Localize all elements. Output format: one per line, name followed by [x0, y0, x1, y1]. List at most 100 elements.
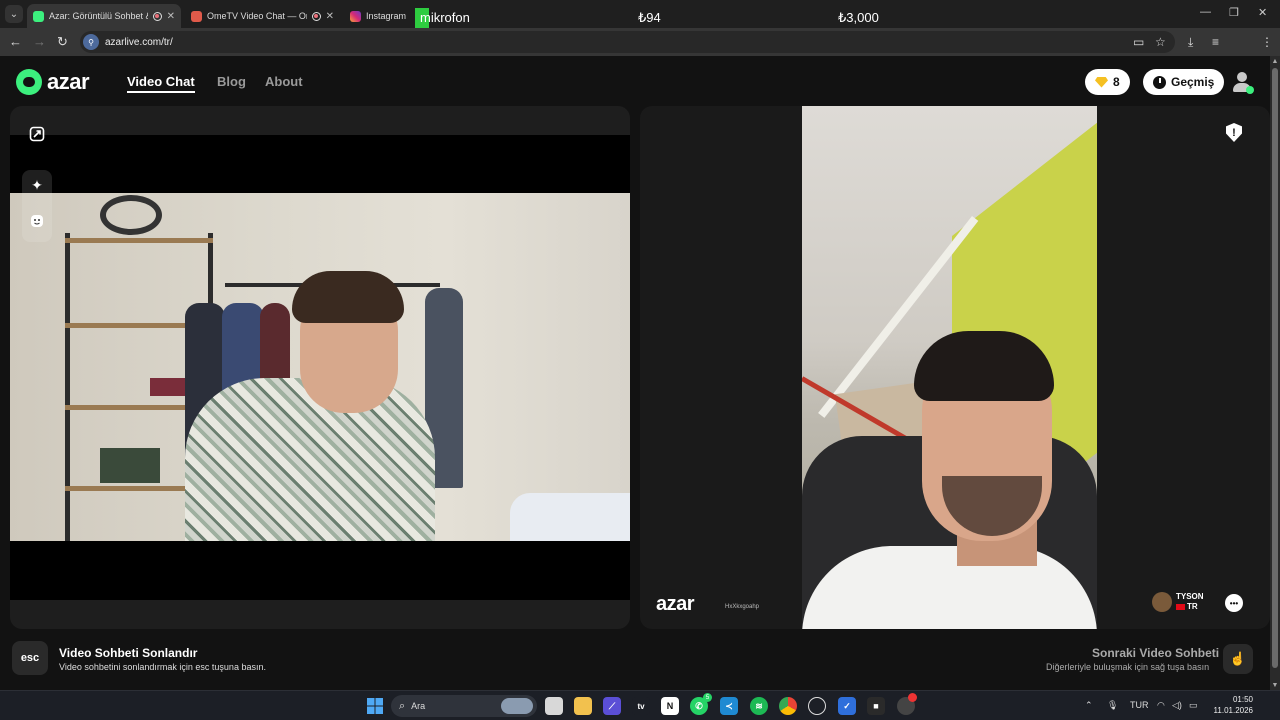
- reading-list-icon[interactable]: ≡: [1212, 35, 1219, 49]
- gem-count: 8: [1113, 75, 1120, 89]
- language-indicator[interactable]: TUR: [1130, 700, 1149, 710]
- remote-video-panel: ! azar HxXkxgoahp TYSON TR •••: [640, 106, 1270, 629]
- chatgpt-icon[interactable]: [808, 697, 826, 715]
- page-scrollbar[interactable]: ▲ ▼: [1270, 56, 1280, 690]
- tab-ometv[interactable]: OmeTV Video Chat — Ome ✕: [185, 4, 340, 28]
- turkey-flag-icon: [1176, 603, 1185, 610]
- end-chat-hint: Video sohbetini sonlandırmak için esc tu…: [59, 662, 266, 672]
- remote-user-avatar: [1152, 592, 1172, 612]
- tab-search-icon[interactable]: ⌄: [5, 5, 23, 23]
- tab-title: Instagram: [366, 11, 407, 21]
- recording-icon: [311, 11, 321, 21]
- battery-icon[interactable]: ▭: [1189, 700, 1198, 711]
- menu-kebab-icon[interactable]: ⋮: [1261, 35, 1273, 49]
- profile-button[interactable]: [1230, 70, 1254, 94]
- maximize-icon[interactable]: ❐: [1229, 6, 1239, 19]
- clock-time: 01:50: [1232, 695, 1253, 704]
- apple-tv-icon[interactable]: tv: [632, 697, 650, 715]
- tab-instagram[interactable]: Instagram: [344, 4, 414, 28]
- overlay-value-a: ₺94: [638, 10, 661, 25]
- spotify-icon[interactable]: ≋: [750, 697, 768, 715]
- report-shield-icon[interactable]: !: [1226, 123, 1242, 142]
- shelf: [65, 238, 213, 243]
- remote-person-shirt: [802, 546, 1097, 629]
- close-window-icon[interactable]: ✕: [1258, 6, 1267, 19]
- cast-icon[interactable]: ▭: [1133, 35, 1144, 49]
- windows-start-icon[interactable]: [366, 697, 384, 715]
- teams-icon[interactable]: ⟋: [603, 697, 621, 715]
- address-bar[interactable]: ⚲ azarlive.com/tr/: [80, 31, 1175, 53]
- clock-date: 11.01.2026: [1213, 706, 1253, 715]
- nav-blog[interactable]: Blog: [217, 74, 246, 89]
- windows-taskbar: ⌕ Ara ⟋ tv N ✆ 5 ≺ ≋ ✓ ■ ⌃ 🎙 TUR ◠ ◁) ▭ …: [0, 690, 1280, 720]
- wifi-icon[interactable]: ◠: [1157, 700, 1165, 711]
- bottles: [100, 448, 160, 483]
- keyboard-hint-bar: esc Video Sohbeti Sonlandır Video sohbet…: [0, 636, 1270, 682]
- site-info-icon[interactable]: ⚲: [83, 34, 99, 50]
- esc-key-badge[interactable]: esc: [12, 641, 48, 675]
- notification-dot: [908, 693, 917, 702]
- nav-video-chat[interactable]: Video Chat: [127, 74, 195, 93]
- todo-icon[interactable]: ✓: [838, 697, 856, 715]
- fullscreen-icon[interactable]: [22, 119, 52, 149]
- sparkle-effects-icon[interactable]: ✦: [22, 170, 52, 200]
- recording-icon: [152, 11, 162, 21]
- effects-toolbar: ✦: [22, 170, 52, 242]
- vscode-icon[interactable]: ≺: [720, 697, 738, 715]
- steering-wheel: [100, 195, 162, 235]
- chrome-icon[interactable]: [779, 697, 797, 715]
- site-header: azar Video Chat Blog About 8 Geçmiş: [0, 56, 1270, 106]
- task-view-icon[interactable]: [545, 697, 563, 715]
- remote-camera-feed: [802, 106, 1097, 629]
- browser-toolbar: ← → ↻ ⚲ azarlive.com/tr/ ▭ ☆ ⤓ ≡ Y ⋮: [0, 28, 1280, 77]
- next-chat-hint: Diğerleriyle buluşmak için sağ tuşa bası…: [1046, 662, 1210, 672]
- close-tab-icon[interactable]: ✕: [326, 11, 334, 22]
- gem-balance-button[interactable]: 8: [1085, 69, 1130, 95]
- remote-person-hair: [914, 331, 1054, 401]
- person-shirt: [185, 378, 435, 541]
- scroll-thumb[interactable]: [1272, 68, 1278, 668]
- chat-bubble-icon[interactable]: •••: [1225, 594, 1243, 612]
- person-hair: [292, 271, 404, 323]
- gem-icon: [1095, 76, 1108, 88]
- volume-icon[interactable]: ◁): [1172, 700, 1182, 711]
- search-highlight-icon: [501, 698, 533, 714]
- watermark-id: HxXkxgoahp: [725, 604, 760, 610]
- back-icon[interactable]: ←: [9, 34, 22, 49]
- bookmark-star-icon[interactable]: ☆: [1155, 35, 1166, 49]
- forward-icon[interactable]: →: [33, 34, 46, 49]
- download-icon[interactable]: ⤓: [1188, 35, 1193, 50]
- logo-text: azar: [47, 69, 90, 94]
- tray-overflow-icon[interactable]: ⌃: [1085, 700, 1093, 711]
- browser-tab-strip: ⌄ Azar: Görüntülü Sohbet & V ✕ OmeTV Vid…: [0, 0, 1280, 28]
- scroll-up-icon[interactable]: ▲: [1270, 56, 1280, 66]
- nav-about[interactable]: About: [265, 74, 303, 89]
- reload-icon[interactable]: ↻: [57, 34, 68, 50]
- clock-icon: [1153, 75, 1166, 89]
- mic-label: mikrofon: [420, 10, 470, 25]
- taskbar-search[interactable]: ⌕ Ara: [391, 695, 537, 717]
- remote-user-badge[interactable]: TYSON TR: [1152, 592, 1204, 612]
- tab-title: Azar: Görüntülü Sohbet & V: [49, 11, 148, 21]
- azar-logo[interactable]: azar: [16, 69, 90, 95]
- notion-icon[interactable]: N: [661, 697, 679, 715]
- azar-favicon-icon: [33, 10, 44, 22]
- face-filter-icon[interactable]: [22, 206, 52, 236]
- cube-app-icon[interactable]: ■: [867, 697, 885, 715]
- swipe-next-icon[interactable]: ☝: [1223, 644, 1253, 674]
- microphone-icon[interactable]: 🎙: [1107, 700, 1118, 711]
- azar-watermark: azar: [656, 593, 695, 615]
- scroll-down-icon[interactable]: ▼: [1270, 680, 1280, 690]
- instagram-favicon-icon: [350, 10, 361, 22]
- search-icon: ⌕: [399, 699, 406, 712]
- bed: [510, 493, 630, 541]
- taskbar-clock[interactable]: 01:50 11.01.2026: [1205, 694, 1253, 716]
- tab-azar[interactable]: Azar: Görüntülü Sohbet & V ✕: [27, 4, 181, 28]
- end-chat-title: Video Sohbeti Sonlandır: [59, 646, 198, 660]
- file-explorer-icon[interactable]: [574, 697, 592, 715]
- history-label: Geçmiş: [1171, 75, 1215, 89]
- close-tab-icon[interactable]: ✕: [167, 11, 175, 22]
- history-button[interactable]: Geçmiş: [1143, 69, 1225, 95]
- minimize-icon[interactable]: —: [1200, 6, 1211, 18]
- self-video-frame: [10, 135, 630, 600]
